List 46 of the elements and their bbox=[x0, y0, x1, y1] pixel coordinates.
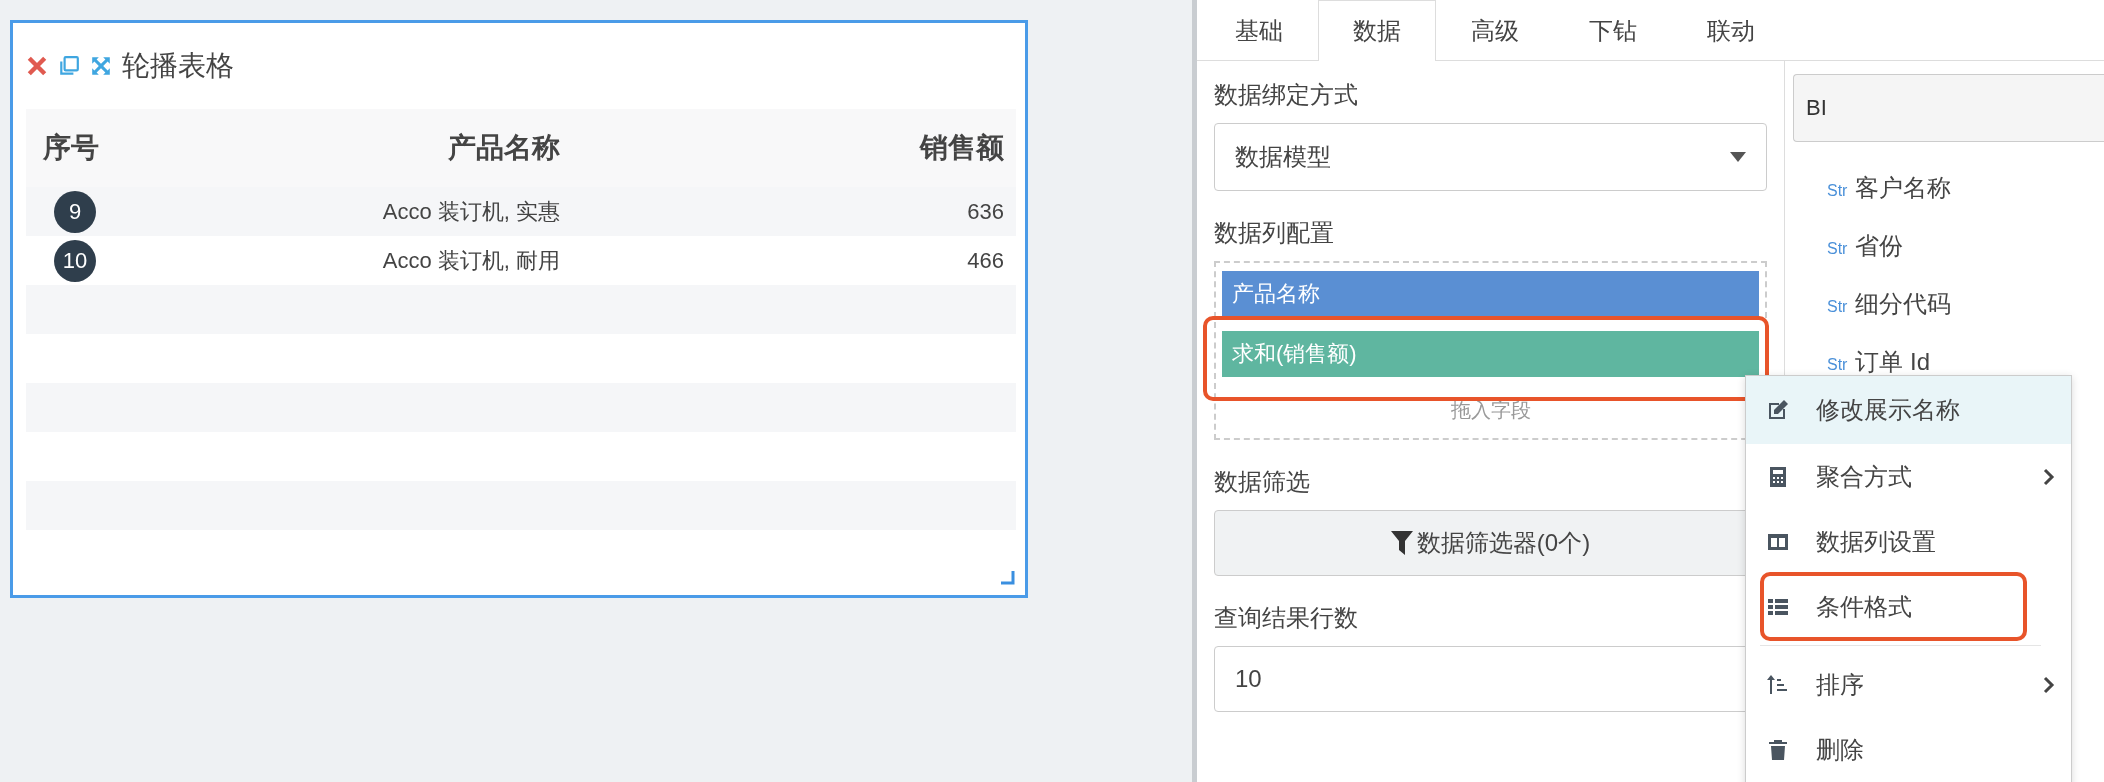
column-header: 销售额 bbox=[918, 131, 1005, 165]
section-label: 查询结果行数 bbox=[1214, 603, 1359, 633]
type-tag: Str bbox=[1827, 298, 1848, 316]
filter-icon bbox=[1390, 531, 1413, 555]
row-number-badge: 10 bbox=[54, 239, 96, 282]
type-tag: Str bbox=[1827, 240, 1848, 258]
field-item[interactable]: 客户名称 bbox=[1855, 172, 1952, 204]
section-label: 数据列配置 bbox=[1214, 218, 1335, 248]
copy-icon[interactable] bbox=[58, 55, 80, 77]
type-tag: Str bbox=[1827, 182, 1848, 200]
menu-item[interactable]: 删除 bbox=[1746, 717, 2071, 782]
table-cell-text: Acco 装订机, 耐用 bbox=[381, 246, 560, 275]
column-header: 产品名称 bbox=[447, 131, 560, 165]
table-cell-text: 466 bbox=[966, 247, 1005, 274]
menu-item[interactable]: 排序 bbox=[1746, 652, 2071, 717]
widget-title: 轮播表格 bbox=[122, 49, 234, 83]
edit-icon bbox=[1766, 398, 1790, 422]
trash-icon bbox=[1766, 737, 1790, 762]
table-cell-text: 636 bbox=[966, 198, 1005, 225]
table-cell-text: Acco 装订机, 实惠 bbox=[381, 197, 560, 226]
tab[interactable]: 下钻 bbox=[1554, 0, 1672, 61]
field-search[interactable]: BI bbox=[1793, 74, 2104, 142]
resize-handle-icon[interactable] bbox=[1001, 571, 1015, 585]
field-item[interactable]: 订单 Id bbox=[1855, 346, 1931, 378]
field-item[interactable]: 省份 bbox=[1855, 230, 1904, 262]
field-item[interactable]: 细分代码 bbox=[1855, 288, 1952, 320]
tab[interactable]: 数据 bbox=[1318, 0, 1436, 61]
menu-item[interactable]: 条件格式 bbox=[1746, 574, 2071, 639]
menu-item[interactable]: 数据列设置 bbox=[1746, 509, 2071, 574]
section-label: 数据筛选 bbox=[1214, 467, 1311, 497]
row-number-badge: 9 bbox=[54, 190, 96, 233]
expand-icon[interactable] bbox=[90, 55, 112, 77]
drop-hint: 拖入字段 bbox=[1449, 398, 1532, 423]
caret-icon bbox=[1730, 152, 1746, 162]
chevron-icon bbox=[2043, 675, 2055, 694]
binding-dropdown[interactable]: 数据模型 bbox=[1214, 123, 1767, 191]
menu-item[interactable]: 聚合方式 bbox=[1746, 444, 2071, 509]
type-tag: Str bbox=[1827, 356, 1848, 374]
tab[interactable]: 高级 bbox=[1436, 0, 1554, 61]
tab[interactable]: 基础 bbox=[1200, 0, 1318, 61]
section-label: 数据绑定方式 bbox=[1214, 80, 1359, 110]
column-header: 序号 bbox=[42, 131, 100, 165]
menu-item[interactable]: 修改展示名称 bbox=[1746, 376, 2071, 444]
chevron-icon bbox=[2043, 467, 2055, 486]
close-icon[interactable] bbox=[26, 55, 48, 77]
tab[interactable]: 联动 bbox=[1672, 0, 1790, 61]
